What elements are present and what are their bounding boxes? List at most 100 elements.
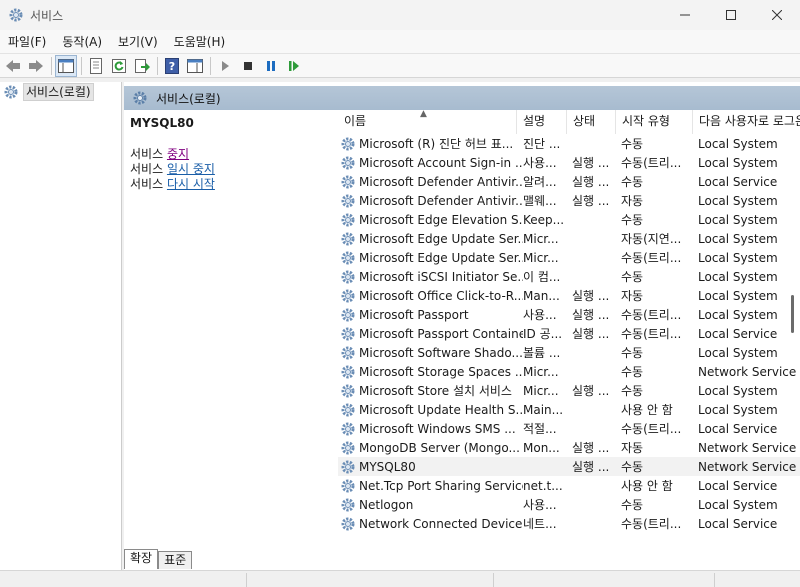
column-header-startup-type[interactable]: 시작 유형: [616, 110, 693, 134]
view-tabs: 확장 표준: [124, 549, 193, 569]
pause-service-button[interactable]: [260, 55, 282, 77]
service-log-on-as: Local System: [698, 250, 778, 265]
action-restart: 서비스 다시 시작: [130, 177, 328, 192]
service-gear-icon: [340, 421, 356, 437]
service-name: Microsoft Edge Update Ser...: [359, 250, 523, 265]
service-gear-icon: [340, 497, 356, 513]
service-log-on-as: Local System: [698, 155, 778, 170]
close-button[interactable]: [754, 0, 800, 30]
export-list-button[interactable]: [131, 55, 153, 77]
service-gear-icon: [340, 174, 356, 190]
column-header-description[interactable]: 설명: [517, 110, 567, 134]
service-row[interactable]: Microsoft Edge Update Ser... Micr... 수동(트리…: [338, 248, 800, 267]
service-log-on-as: Network Service: [698, 459, 797, 474]
service-log-on-as: Local Service: [698, 174, 778, 189]
stop-service-button[interactable]: [237, 55, 259, 77]
tree-node-services-local[interactable]: 서비스(로컬): [0, 82, 121, 102]
service-name: Netlogon: [359, 497, 414, 512]
tree-node-label: 서비스(로컬): [23, 83, 94, 101]
service-row[interactable]: Microsoft Windows SMS ... 적절... 수동(트리... Lo…: [338, 419, 800, 438]
service-name: Microsoft Passport: [359, 307, 469, 322]
back-arrow-icon: [6, 59, 20, 72]
service-name: Microsoft Update Health S...: [359, 402, 523, 417]
service-startup-type: 자동(지연...: [621, 232, 682, 246]
service-description: Micr...: [523, 383, 559, 398]
pause-service-link[interactable]: 일시 중지: [167, 162, 215, 176]
show-hide-console-tree-button[interactable]: [55, 54, 77, 77]
service-startup-type: 수동(트리...: [621, 327, 682, 341]
toolbar: ?: [0, 54, 800, 78]
restart-service-button[interactable]: [283, 55, 305, 77]
back-button[interactable]: [2, 55, 24, 77]
service-name-cell: Microsoft Update Health S...: [338, 402, 523, 418]
service-row[interactable]: Microsoft Software Shado... 볼륨 ... 수동 Local…: [338, 343, 800, 362]
service-row[interactable]: Microsoft Office Click-to-R... Man... 실행 .…: [338, 286, 800, 305]
action-prefix: 서비스: [130, 147, 167, 161]
service-row[interactable]: Microsoft (R) 진단 허브 표... 진단 ... 수동 Local Sy…: [338, 134, 800, 153]
service-startup-type: 수동: [621, 346, 644, 360]
service-row[interactable]: Microsoft Defender Antivir... 알려... 실행 ...…: [338, 172, 800, 191]
service-row[interactable]: Microsoft iSCSI Initiator Se... 이 컴... 수동 L…: [338, 267, 800, 286]
service-row[interactable]: MongoDB Server (Mongo... Mon... 실행 ... 자동 Ne…: [338, 438, 800, 457]
menu-view[interactable]: 보기(V): [110, 31, 166, 53]
service-name-cell: Microsoft Office Click-to-R...: [338, 288, 523, 304]
service-status: 실행 ...: [572, 289, 610, 303]
console-tree: 서비스(로컬): [0, 82, 122, 570]
service-startup-type: 수동: [621, 213, 644, 227]
menu-help[interactable]: 도움말(H): [166, 31, 234, 53]
service-row[interactable]: Microsoft Edge Elevation S... Keep... 수동 Lo…: [338, 210, 800, 229]
service-row[interactable]: Microsoft Storage Spaces ... Micr... 수동 Net…: [338, 362, 800, 381]
service-name: Net.Tcp Port Sharing Service: [359, 478, 523, 493]
refresh-icon: [112, 58, 126, 73]
properties-button[interactable]: [85, 55, 107, 77]
restart-service-link[interactable]: 다시 시작: [167, 177, 215, 191]
service-row[interactable]: Microsoft Defender Antivir... 맬웨... 실행 ...…: [338, 191, 800, 210]
service-name: Microsoft Account Sign-in ...: [359, 155, 523, 170]
show-action-pane-button[interactable]: [184, 55, 206, 77]
service-startup-type: 수동(트리...: [621, 517, 682, 531]
service-row[interactable]: Microsoft Update Health S... Main... 사용 안 …: [338, 400, 800, 419]
start-service-button[interactable]: [214, 55, 236, 77]
service-row[interactable]: Netlogon 사용... 수동 Local System: [338, 495, 800, 514]
column-header-status[interactable]: 상태: [567, 110, 616, 134]
forward-button[interactable]: [25, 55, 47, 77]
menu-file[interactable]: 파일(F): [0, 31, 54, 53]
tab-extended[interactable]: 확장: [124, 549, 159, 569]
vertical-scrollbar-thumb[interactable]: [791, 295, 794, 333]
service-row[interactable]: Microsoft Passport Container ID 공... 실행 ..…: [338, 324, 800, 343]
service-row[interactable]: Microsoft Store 설치 서비스 Micr... 실행 ... 수동 Loc…: [338, 381, 800, 400]
service-row[interactable]: Microsoft Edge Update Ser... Micr... 자동(지연…: [338, 229, 800, 248]
stop-service-link[interactable]: 중지: [167, 147, 189, 161]
service-row[interactable]: Microsoft Passport 사용... 실행 ... 수동(트리... Loc…: [338, 305, 800, 324]
column-header-name[interactable]: ▲ 이름: [338, 110, 517, 134]
column-header-log-on-as[interactable]: 다음 사용자로 로그온: [693, 110, 800, 134]
service-description: Mon...: [523, 440, 560, 455]
refresh-button[interactable]: [108, 55, 130, 77]
service-name: Microsoft Passport Container: [359, 326, 523, 341]
service-startup-type: 사용 안 함: [621, 479, 673, 493]
service-row[interactable]: Net.Tcp Port Sharing Service net.t... 사용 안…: [338, 476, 800, 495]
minimize-button[interactable]: [662, 0, 708, 30]
service-description: ID 공...: [523, 327, 563, 341]
tab-standard[interactable]: 표준: [158, 551, 193, 569]
service-startup-type: 자동: [621, 289, 644, 303]
service-gear-icon: [340, 288, 356, 304]
maximize-button[interactable]: [708, 0, 754, 30]
service-name: Microsoft Storage Spaces ...: [359, 364, 523, 379]
pause-icon: [267, 60, 275, 71]
service-name: Microsoft Office Click-to-R...: [359, 288, 523, 303]
service-row[interactable]: Microsoft Account Sign-in ... 사용... 실행 ...…: [338, 153, 800, 172]
service-description: 사용...: [523, 308, 557, 322]
column-header-label: 이름: [344, 114, 367, 128]
service-log-on-as: Local System: [698, 288, 778, 303]
service-row[interactable]: MYSQL80 실행 ... 수동 Network Service: [338, 457, 800, 476]
service-gear-icon: [340, 212, 356, 228]
service-log-on-as: Local System: [698, 307, 778, 322]
window-title: 서비스: [30, 8, 64, 23]
menu-action[interactable]: 동작(A): [54, 31, 110, 53]
service-row[interactable]: Network Connected Device... 네트... 수동(트리...…: [338, 514, 800, 533]
properties-icon: [90, 57, 102, 74]
help-button[interactable]: ?: [161, 55, 183, 77]
service-gear-icon: [340, 307, 356, 323]
service-name-cell: Microsoft Edge Update Ser...: [338, 250, 523, 266]
